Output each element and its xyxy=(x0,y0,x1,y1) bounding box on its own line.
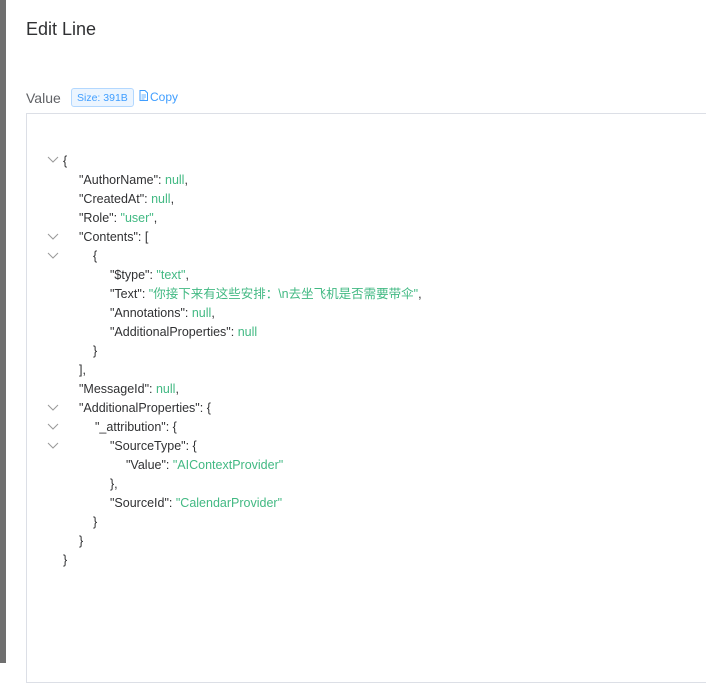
json-line: ], xyxy=(79,363,86,377)
json-line: "$type": "text", xyxy=(110,268,189,282)
json-editor[interactable]: { "AuthorName": null, "CreatedAt": null,… xyxy=(26,113,706,683)
fold-toggle-icon[interactable] xyxy=(47,233,59,241)
json-line: "MessageId": null, xyxy=(79,382,179,396)
json-line: "_attribution": { xyxy=(95,420,177,434)
fold-toggle-icon[interactable] xyxy=(47,252,59,260)
fold-toggle-icon[interactable] xyxy=(47,156,59,164)
json-line: "SourceType": { xyxy=(110,439,197,453)
json-line: } xyxy=(93,344,98,358)
json-line: } xyxy=(63,553,68,567)
json-line: "Annotations": null, xyxy=(110,306,215,320)
json-line: } xyxy=(93,515,98,529)
json-line: "Contents": [ xyxy=(79,230,149,244)
json-line: "AdditionalProperties": { xyxy=(79,401,211,415)
json-line: { xyxy=(63,154,68,168)
json-line: "Role": "user", xyxy=(79,211,158,225)
json-line: "AuthorName": null, xyxy=(79,173,188,187)
json-line: }, xyxy=(110,477,118,491)
dialog-title: Edit Line xyxy=(26,19,97,39)
json-line: "SourceId": "CalendarProvider" xyxy=(110,496,283,510)
json-line: "Text": "你接下来有这些安排：\n去坐飞机是否需要带伞", xyxy=(110,287,422,301)
fold-toggle-icon[interactable] xyxy=(47,442,59,450)
json-line: "CreatedAt": null, xyxy=(79,192,175,206)
json-line: "Value": "AIContextProvider" xyxy=(126,458,284,472)
json-line: { xyxy=(93,249,98,263)
fold-toggle-icon[interactable] xyxy=(47,404,59,412)
fold-toggle-icon[interactable] xyxy=(47,423,59,431)
copy-icon xyxy=(138,90,150,104)
window-edge xyxy=(0,0,6,663)
value-label: Value xyxy=(26,90,61,106)
size-badge: Size: 391B xyxy=(71,88,134,107)
copy-button[interactable]: Copy xyxy=(138,90,178,104)
json-line: "AdditionalProperties": null xyxy=(110,325,258,339)
copy-label: Copy xyxy=(150,90,179,104)
json-line: } xyxy=(79,534,84,548)
